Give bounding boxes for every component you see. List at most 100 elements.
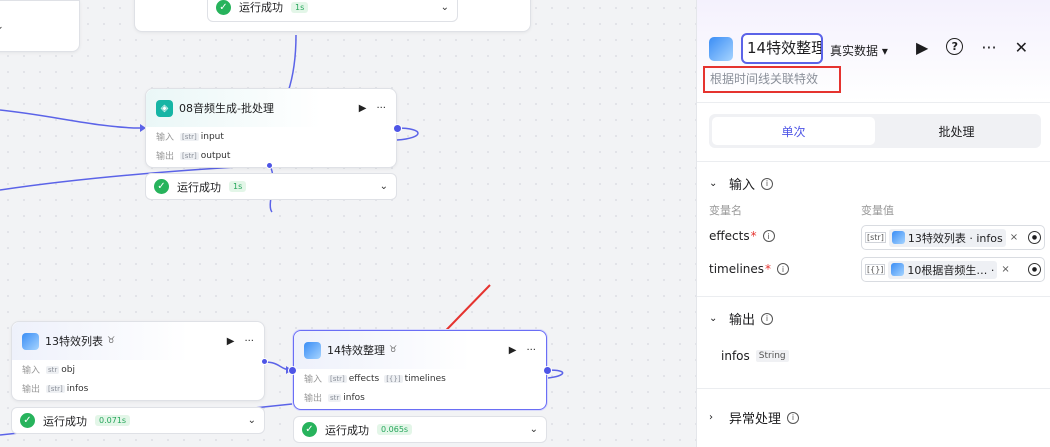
top-node-status[interactable]: ✓ 运行成功 1s ⌄ bbox=[207, 0, 458, 22]
output-var: infos bbox=[343, 392, 365, 403]
chevron-down-icon[interactable]: ⌄ bbox=[441, 2, 449, 13]
var-name: timelines bbox=[709, 262, 765, 276]
node-title: 08音频生成-批处理 bbox=[179, 102, 274, 115]
clear-icon[interactable]: × bbox=[1001, 264, 1009, 275]
info-icon[interactable]: i bbox=[761, 177, 774, 190]
edge bbox=[287, 34, 297, 93]
input-var: effects bbox=[348, 373, 380, 384]
status-text: 运行成功 bbox=[43, 414, 87, 428]
info-icon[interactable]: i bbox=[761, 312, 774, 325]
clear-icon[interactable]: × bbox=[1010, 232, 1018, 243]
node-effects-list[interactable]: 13特效列表 ♉ ▶ ··· 输入 str obj 输出 [str] infos bbox=[11, 321, 265, 401]
chevron-down-icon[interactable]: ⌄ bbox=[380, 181, 388, 192]
effects-sort-status[interactable]: ✓ 运行成功 0.065s ⌄ bbox=[293, 416, 547, 443]
divider bbox=[697, 388, 1050, 389]
node-audio-batch[interactable]: ◈ 08音频生成-批处理 ▶ ··· 输入 [str] input 输出 [str… bbox=[145, 88, 397, 168]
var-value-field[interactable]: [{}] 10根据音频生… · × ● bbox=[861, 257, 1045, 282]
divider bbox=[697, 102, 1050, 103]
output-label: 输出 bbox=[304, 394, 323, 404]
input-label: 输入 bbox=[22, 366, 41, 376]
input-section-header[interactable]: ⌄ 输入 i bbox=[709, 174, 774, 193]
output-section-header[interactable]: ⌄ 输出 i bbox=[709, 309, 774, 328]
section-title: 输出 bbox=[729, 313, 756, 328]
caret-down-icon: ▾ bbox=[881, 44, 888, 58]
audio-node-status[interactable]: ✓ 运行成功 1s ⌄ bbox=[145, 173, 397, 200]
target-icon[interactable]: ● bbox=[1028, 263, 1041, 276]
more-icon[interactable]: ··· bbox=[526, 345, 536, 356]
run-icon[interactable]: ▶ bbox=[227, 336, 235, 347]
reference-chip[interactable]: 13特效列表 · infos bbox=[888, 228, 1006, 247]
data-mode-dropdown[interactable]: 真实数据 ▾ bbox=[830, 42, 888, 59]
node-name-input[interactable]: 14特效整理 bbox=[741, 33, 823, 64]
var-name: effects bbox=[709, 229, 750, 243]
partial-node-left[interactable] bbox=[0, 0, 80, 52]
var-value-field[interactable]: [str] 13特效列表 · infos × ● bbox=[861, 225, 1045, 250]
code-icon bbox=[22, 332, 39, 350]
input-label: 输入 bbox=[156, 133, 175, 143]
output-port[interactable] bbox=[393, 124, 402, 133]
chevron-down-icon: ⌄ bbox=[709, 313, 718, 324]
output-port[interactable] bbox=[266, 162, 273, 169]
mode-tabs: 单次 批处理 bbox=[709, 114, 1041, 148]
partial-chevron-icon[interactable]: ⌄ bbox=[0, 22, 4, 32]
close-icon[interactable]: ✕ bbox=[1015, 38, 1028, 57]
divider bbox=[697, 161, 1050, 162]
input-var: obj bbox=[61, 364, 76, 375]
target-icon[interactable]: ● bbox=[1028, 231, 1041, 244]
required-mark: * bbox=[765, 262, 772, 276]
tab-batch[interactable]: 批处理 bbox=[875, 117, 1038, 145]
more-icon[interactable]: ··· bbox=[376, 103, 386, 114]
section-title: 异常处理 bbox=[729, 412, 782, 427]
input-label: 输入 bbox=[304, 375, 323, 385]
code-icon bbox=[891, 231, 905, 244]
info-icon[interactable]: i bbox=[777, 263, 790, 275]
output-var: output bbox=[200, 150, 231, 161]
duration-badge: 0.071s bbox=[95, 415, 131, 426]
error-section-header[interactable]: › 异常处理 i bbox=[709, 408, 800, 427]
trademark-icon: ♉ bbox=[389, 345, 398, 355]
code-icon bbox=[891, 263, 905, 276]
type-badge: [str] bbox=[180, 132, 199, 141]
chevron-right-icon: › bbox=[709, 412, 713, 423]
chevron-down-icon[interactable]: ⌄ bbox=[248, 415, 256, 426]
code-node-icon bbox=[709, 37, 733, 61]
run-icon[interactable]: ▶ bbox=[916, 38, 928, 57]
help-icon[interactable]: ? bbox=[946, 38, 964, 55]
effects-list-status[interactable]: ✓ 运行成功 0.071s ⌄ bbox=[11, 407, 265, 434]
divider bbox=[697, 296, 1050, 297]
type-badge: str bbox=[328, 393, 342, 402]
node-description[interactable]: 根据时间线关联特效 bbox=[703, 66, 841, 93]
node-effects-sort[interactable]: 14特效整理 ♉ ▶ ··· 输入 [str] effects [{}] timel… bbox=[293, 330, 547, 410]
tab-single[interactable]: 单次 bbox=[712, 117, 875, 145]
output-var-row: infos String bbox=[721, 349, 789, 363]
duration-badge: 1s bbox=[291, 1, 309, 13]
output-port[interactable] bbox=[543, 366, 552, 375]
workflow-canvas[interactable]: ⌄ ✓ 运行成功 1s ⌄ ◈ 08音频生成-批处理 ▶ ··· 输入 [str… bbox=[0, 0, 696, 447]
output-label: 输出 bbox=[22, 385, 41, 395]
var-name-row: timelines * i bbox=[709, 262, 790, 276]
chevron-down-icon[interactable]: ⌄ bbox=[530, 424, 538, 435]
info-icon[interactable]: i bbox=[762, 230, 775, 242]
node-config-panel: 14特效整理 真实数据 ▾ ▶ ? ··· ✕ 根据时间线关联特效 单次 批处理… bbox=[696, 0, 1050, 447]
input-port[interactable] bbox=[288, 366, 297, 375]
more-icon[interactable]: ··· bbox=[981, 38, 996, 57]
column-header-value: 变量值 bbox=[861, 204, 894, 217]
more-icon[interactable]: ··· bbox=[244, 336, 254, 347]
trademark-icon: ♉ bbox=[107, 336, 116, 346]
type-badge: [str] bbox=[46, 384, 65, 393]
panel-header: 14特效整理 真实数据 ▾ ▶ ? ··· ✕ 根据时间线关联特效 bbox=[697, 0, 1050, 102]
info-icon[interactable]: i bbox=[787, 411, 800, 424]
type-badge: [str] bbox=[865, 232, 886, 243]
duration-badge: 0.065s bbox=[377, 424, 413, 435]
type-badge: str bbox=[46, 365, 60, 374]
success-icon: ✓ bbox=[302, 422, 317, 437]
reference-chip[interactable]: 10根据音频生… · bbox=[888, 260, 998, 279]
output-port[interactable] bbox=[261, 358, 268, 365]
run-icon[interactable]: ▶ bbox=[359, 103, 367, 114]
success-icon: ✓ bbox=[216, 0, 231, 15]
run-icon[interactable]: ▶ bbox=[509, 345, 517, 356]
status-text: 运行成功 bbox=[177, 180, 221, 194]
data-mode-label: 真实数据 bbox=[830, 44, 879, 58]
var-name-row: effects * i bbox=[709, 229, 775, 243]
success-icon: ✓ bbox=[154, 179, 169, 194]
